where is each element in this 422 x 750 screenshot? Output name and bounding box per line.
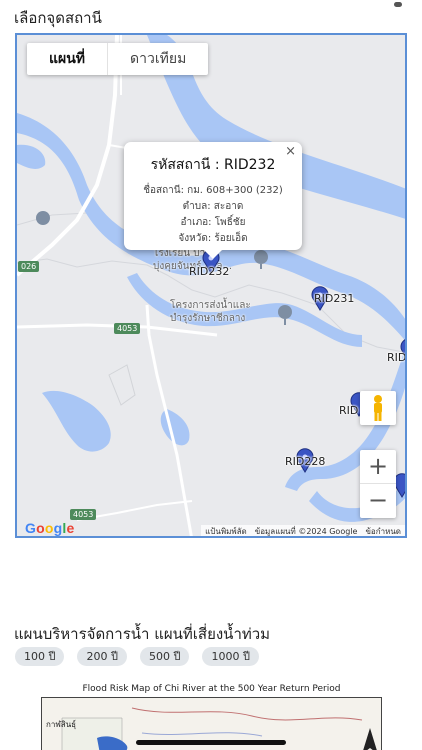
marker-label-rid231[interactable]: RID231 bbox=[314, 292, 354, 305]
zoom-out-button[interactable]: − bbox=[360, 484, 396, 518]
marker-label-rid228[interactable]: RID228 bbox=[285, 455, 325, 468]
station-map[interactable]: 026 4053 4053 โรงเรียน บ้าน บุ่งคุยจันทร… bbox=[15, 33, 407, 538]
info-subdistrict: ตำบล: สะอาด bbox=[182, 201, 244, 212]
tab-satellite[interactable]: ดาวเทียม bbox=[108, 43, 208, 75]
google-logo: Google bbox=[25, 520, 75, 536]
road-shield-026: 026 bbox=[18, 261, 40, 272]
map-data-credit: ข้อมูลแผนที่ ©2024 Google bbox=[254, 527, 358, 536]
return-period-500-button[interactable]: 500 ปี bbox=[139, 647, 190, 666]
keyboard-shortcuts-link[interactable]: แป้นพิมพ์ลัด bbox=[205, 525, 247, 536]
road-shield-4053: 4053 bbox=[114, 323, 141, 334]
station-section-title: เลือกจุดสถานี bbox=[14, 9, 102, 27]
street-view-pegman-icon[interactable] bbox=[360, 391, 396, 425]
marker-label-rid-mid[interactable]: RID bbox=[339, 404, 358, 417]
marker-label-rid-edge[interactable]: RID bbox=[387, 351, 405, 364]
road-shield-4053-south: 4053 bbox=[70, 509, 97, 520]
flood-map-place-label: กาฬสินธุ์ bbox=[46, 720, 77, 729]
info-station-name: ชื่อสถานี: กม. 608+300 (232) bbox=[143, 185, 283, 196]
return-period-selector: 100 ปี 200 ปี 500 ปี 1000 ปี bbox=[15, 647, 259, 666]
map-type-tabs: แผนที่ ดาวเทียม bbox=[27, 43, 209, 75]
flood-section-title: แผนบริหารจัดการน้ำ แผนที่เสี่ยงน้ำท่วม bbox=[14, 625, 271, 643]
return-period-200-button[interactable]: 200 ปี bbox=[77, 647, 127, 666]
return-period-1000-button[interactable]: 1000 ปี bbox=[202, 647, 259, 666]
status-dot bbox=[394, 2, 402, 7]
zoom-control: + − bbox=[360, 450, 396, 518]
info-station-code: รหัสสถานี : RID232 bbox=[150, 157, 276, 173]
info-details: ชื่อสถานี: กม. 608+300 (232) ตำบล: สะอาด… bbox=[124, 183, 302, 247]
station-info-window: × รหัสสถานี : RID232 ชื่อสถานี: กม. 608+… bbox=[124, 142, 302, 259]
terms-link[interactable]: ข้อกำหนด bbox=[365, 525, 401, 536]
info-district: อำเภอ: โพธิ์ชัย bbox=[180, 217, 246, 228]
marker-label-rid232[interactable]: RID232 bbox=[189, 265, 229, 278]
home-indicator bbox=[136, 740, 286, 745]
map-attribution: แป้นพิมพ์ลัด ข้อมูลแผนที่ ©2024 Google ข… bbox=[201, 525, 405, 536]
flood-map-title: Flood Risk Map of Chi River at the 500 Y… bbox=[82, 684, 341, 694]
tab-map[interactable]: แผนที่ bbox=[27, 43, 109, 75]
poi-irrigation-project[interactable]: โครงการส่งน้ำและ บำรุงรักษาชีกลาง bbox=[170, 299, 251, 325]
return-period-100-button[interactable]: 100 ปี bbox=[15, 647, 65, 666]
map-canvas[interactable] bbox=[17, 35, 407, 538]
close-icon[interactable]: × bbox=[285, 144, 296, 159]
zoom-in-button[interactable]: + bbox=[360, 450, 396, 484]
info-province: จังหวัด: ร้อยเอ็ด bbox=[178, 233, 248, 244]
